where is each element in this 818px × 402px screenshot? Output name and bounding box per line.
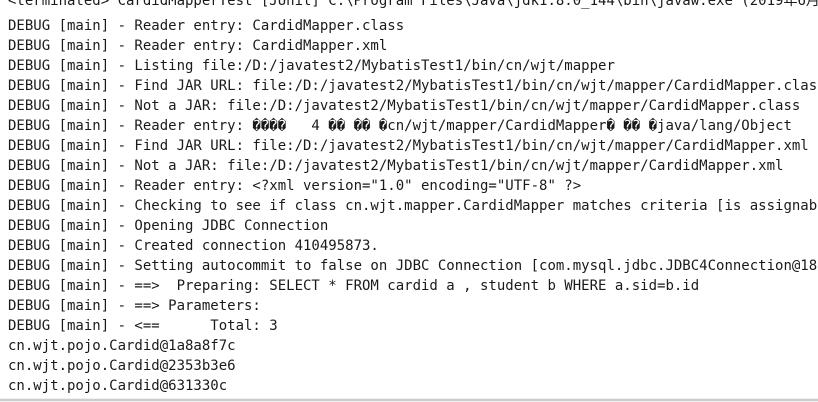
log-line: DEBUG [main] - Reader entry: CardidMappe…	[8, 38, 388, 54]
scrollbar-thumb[interactable]	[0, 399, 818, 401]
log-line: DEBUG [main] - Listing file:/D:/javatest…	[8, 58, 615, 74]
log-line: DEBUG [main] - ==> Preparing: SELECT * F…	[8, 278, 700, 294]
console-header: <terminated> CardidMapperTest [JUnit] C:…	[8, 0, 818, 9]
log-line: DEBUG [main] - Setting autocommit to fal…	[8, 258, 818, 274]
log-line: DEBUG [main] - Reader entry: ���� 4 �� �…	[8, 118, 792, 134]
log-line: DEBUG [main] - Find JAR URL: file:/D:/ja…	[8, 78, 818, 94]
log-line: DEBUG [main] - Checking to see if class …	[8, 198, 818, 214]
log-line: DEBUG [main] - Opening JDBC Connection	[8, 218, 329, 234]
log-list: DEBUG [main] - Reader entry: CardidMappe…	[8, 16, 818, 396]
log-line: DEBUG [main] - Find JAR URL: file:/D:/ja…	[8, 138, 809, 154]
log-line: cn.wjt.pojo.Cardid@1a8a8f7c	[8, 338, 236, 354]
horizontal-scrollbar[interactable]	[0, 398, 818, 402]
log-line: DEBUG [main] - Not a JAR: file:/D:/javat…	[8, 98, 801, 114]
log-line: DEBUG [main] - Not a JAR: file:/D:/javat…	[8, 158, 784, 174]
log-line: DEBUG [main] - ==> Parameters:	[8, 298, 270, 314]
log-line: DEBUG [main] - Reader entry: <?xml versi…	[8, 178, 582, 194]
log-line: DEBUG [main] - Reader entry: CardidMappe…	[8, 18, 405, 34]
log-line: DEBUG [main] - <== Total: 3	[8, 318, 278, 334]
log-line: cn.wjt.pojo.Cardid@2353b3e6	[8, 358, 236, 374]
log-line: cn.wjt.pojo.Cardid@631330c	[8, 378, 228, 394]
console-output[interactable]: <terminated> CardidMapperTest [JUnit] C:…	[0, 0, 818, 402]
log-line: DEBUG [main] - Created connection 410495…	[8, 238, 379, 254]
